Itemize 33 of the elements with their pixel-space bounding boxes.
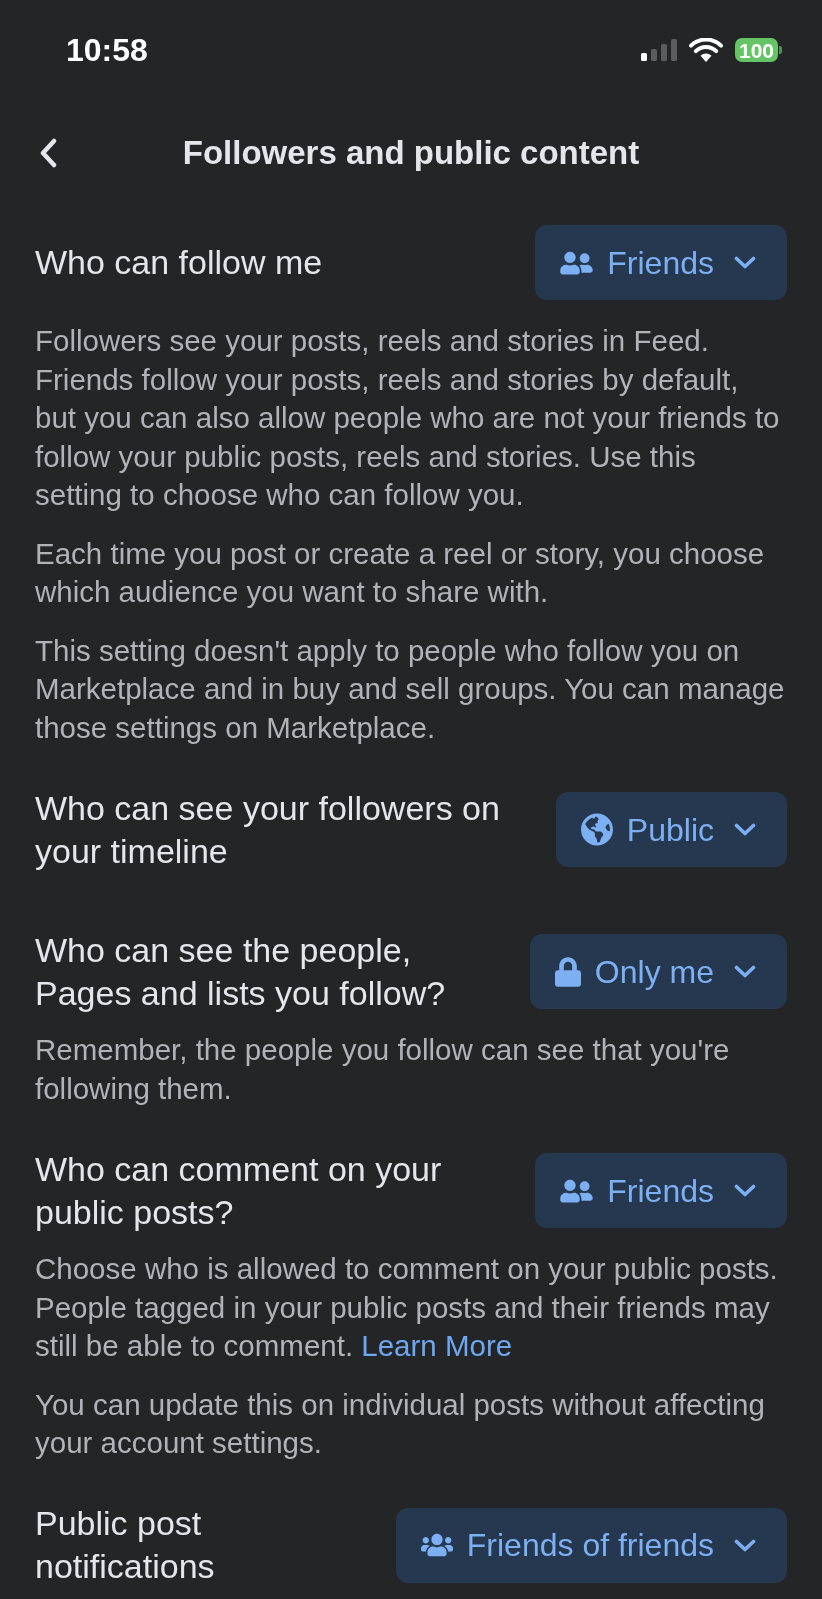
learn-more-link[interactable]: Learn More [361,1329,513,1362]
setting-title: Who can see your followers on your timeline [35,787,501,872]
audience-dropdown[interactable]: Only me [529,934,787,1009]
description-text: Choose who is allowed to comment on your public posts. People tagged in your public posts and their friends may still be able to comment. Learn More [35,1251,779,1364]
description-text: Each time you post or create a reel or story, you choose which audience you want to share with. [35,535,766,610]
description-text: This setting doesn't apply to people who follow you on Marketplace and in buy and sell groups. You can manage those settings on Marketplace. [35,632,786,746]
status-time: 10:58 [66,34,148,66]
chevron-left-icon [39,138,57,168]
setting-title: Who can comment on your public posts? [35,1148,443,1233]
wifi-icon [688,38,723,62]
battery-indicator: 100 [734,38,782,62]
chevron-down-icon [734,1538,756,1552]
audience-dropdown[interactable]: Friends [535,1153,787,1228]
setting-title: Public post notifications [35,1503,216,1587]
audience-dropdown[interactable]: Friends [535,225,787,300]
people-icon [560,249,594,276]
description-text: Remember, the people you follow can see that you're following them. [35,1032,731,1107]
setting-title: Who can follow me [35,242,324,283]
signal-icon [640,39,677,61]
chevron-down-icon [734,823,756,836]
page-title: Followers and public content [181,133,641,174]
people-icon [560,1177,594,1204]
setting-title: Who can see the people, Pages and lists you follow? [35,929,447,1014]
chevron-down-icon [734,965,756,978]
description-text: You can update this on individual posts without affecting your account settings. [35,1386,766,1461]
chevron-down-icon [734,1184,756,1197]
globe-icon [580,813,613,846]
lock-icon [554,956,581,987]
chevron-down-icon [734,256,756,269]
audience-dropdown[interactable]: Public [555,792,787,867]
group-icon [420,1532,453,1558]
description-text: Followers see your posts, reels and stories in Feed. Friends follow your posts, reels and stories by default, but you can also allow people who are not your friends to follow your public posts, reels and stories. Use this setting to choose who can follow you. [35,323,781,513]
audience-dropdown[interactable]: Friends of friends [395,1507,787,1583]
